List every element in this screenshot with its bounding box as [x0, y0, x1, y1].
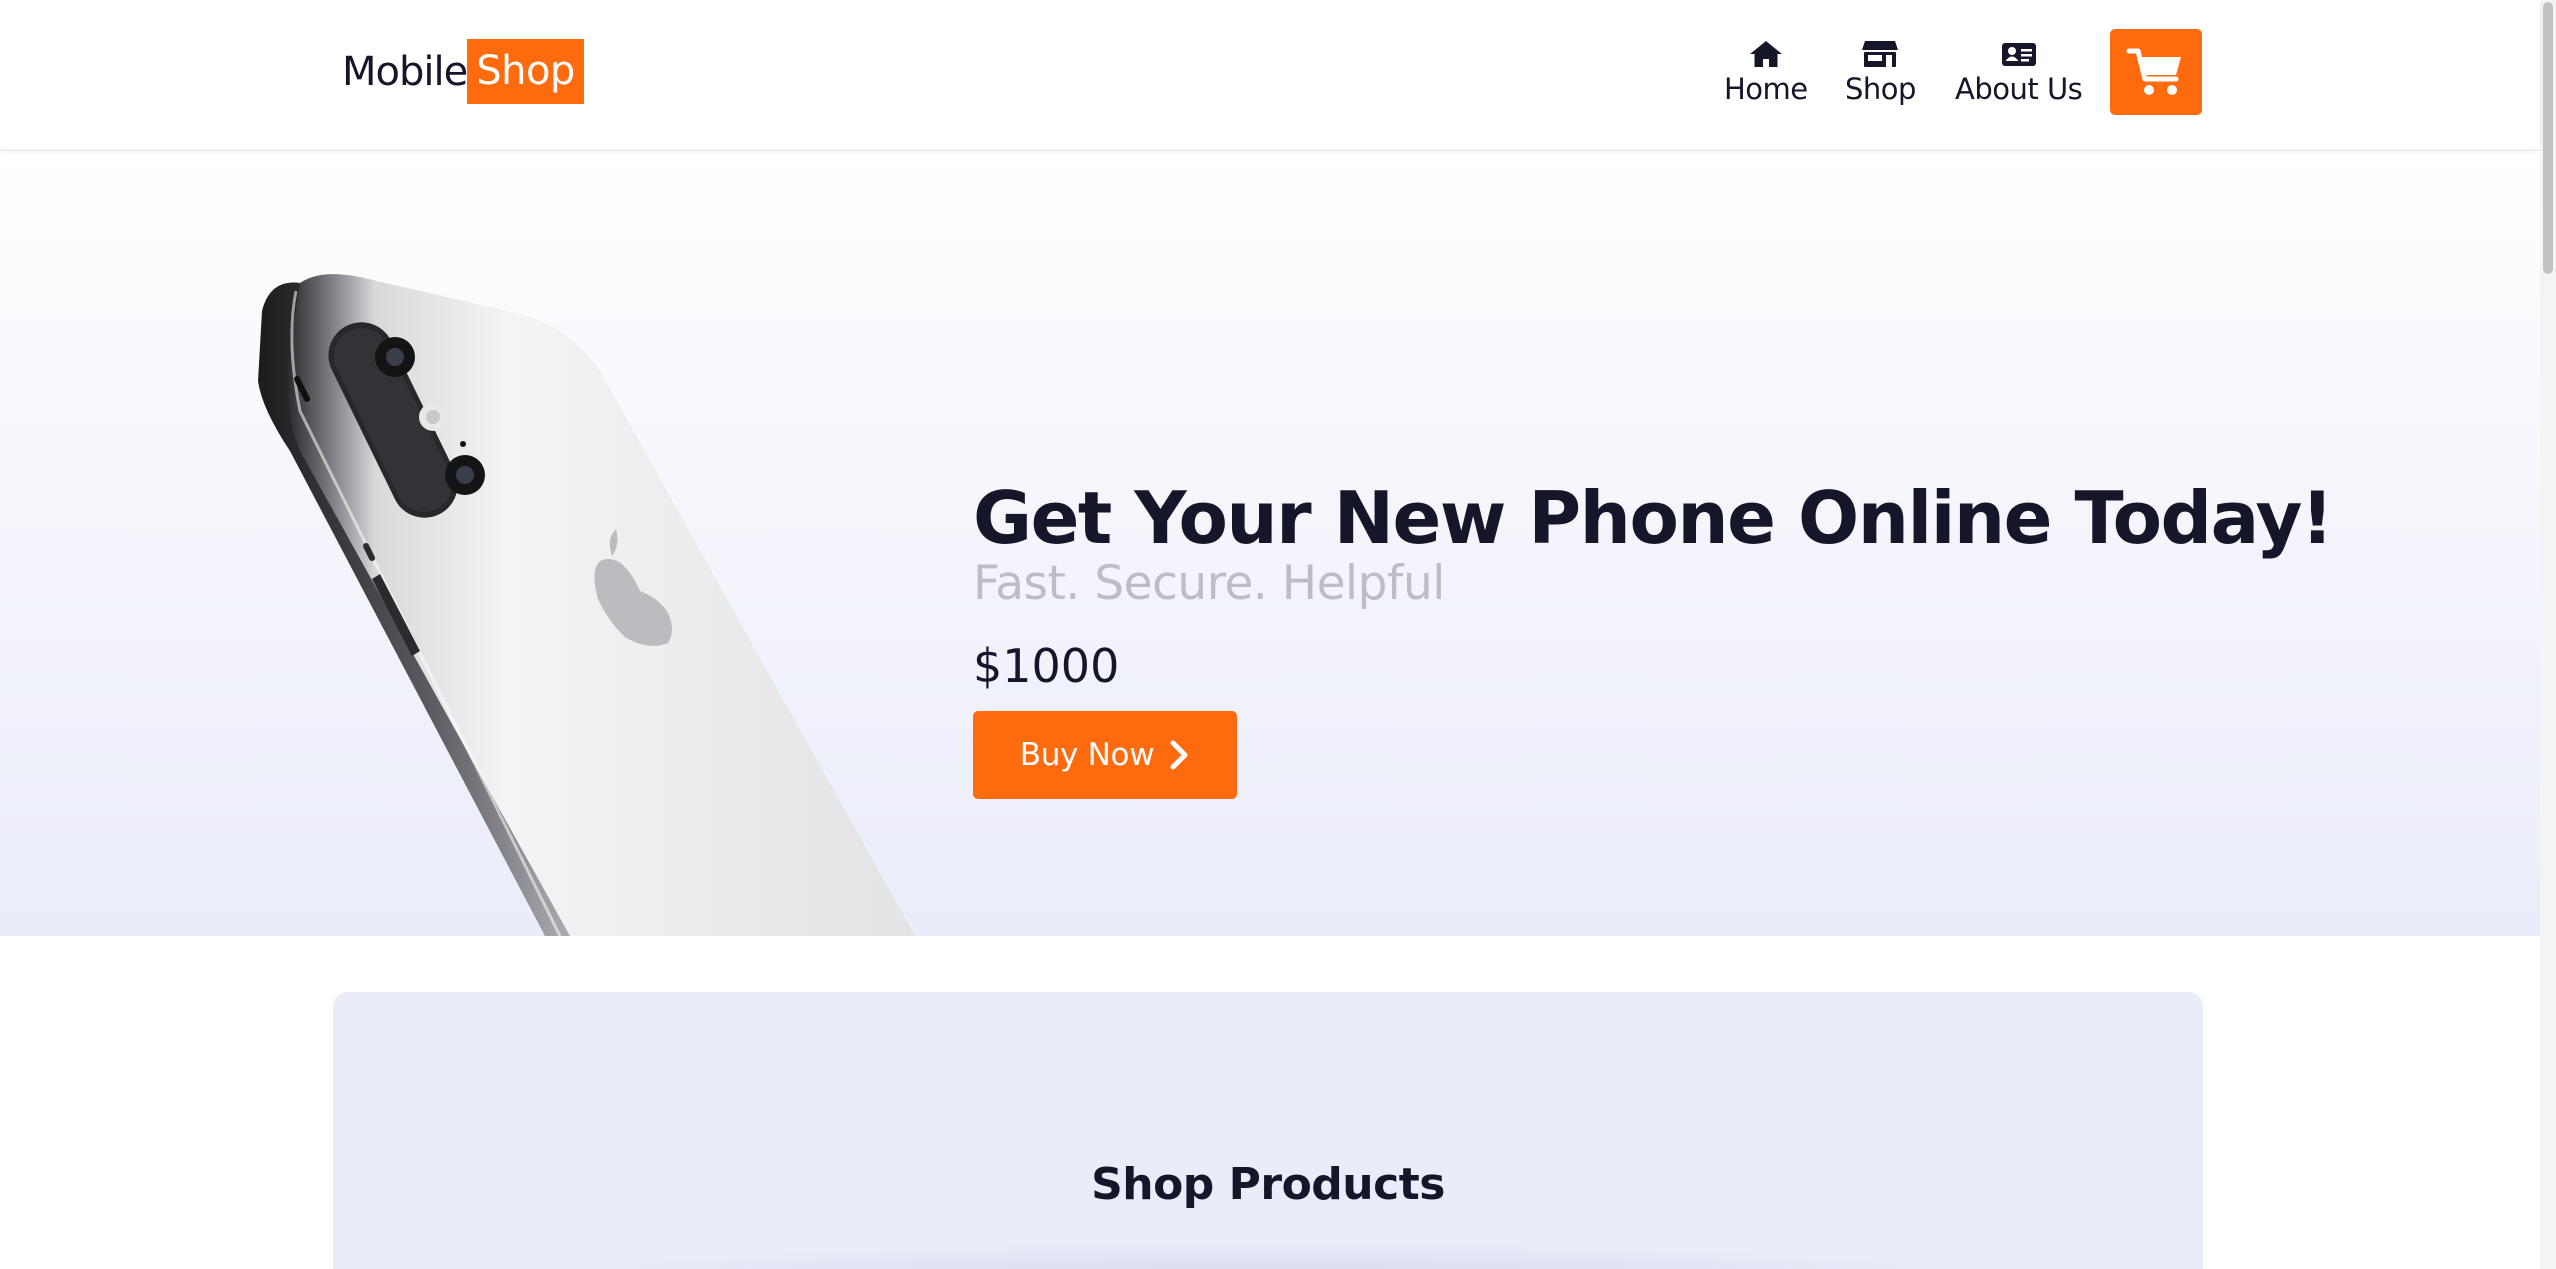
page-scrollbar[interactable]	[2540, 0, 2556, 1269]
hero-title: Get Your New Phone Online Today!	[973, 476, 2334, 560]
site-header: Mobile Shop Home Shop About Us	[0, 0, 2540, 151]
nav-about-us[interactable]: About Us	[1955, 40, 2083, 106]
scrollbar-thumb[interactable]	[2543, 2, 2553, 274]
cart-button[interactable]	[2110, 29, 2202, 115]
shop-products-title: Shop Products	[1091, 1159, 1445, 1210]
home-icon	[1749, 41, 1782, 67]
logo-text-mobile: Mobile	[342, 48, 468, 95]
buy-now-label: Buy Now	[1019, 737, 1155, 773]
shop-products-section: Shop Products	[333, 992, 2203, 1269]
hero-phone-image	[258, 274, 915, 936]
shop-products-shadow	[503, 1242, 2033, 1269]
page: Mobile Shop Home Shop About Us Get Your …	[0, 0, 2556, 1269]
nav-home-label: Home	[1724, 72, 1808, 106]
store-icon	[1862, 41, 1899, 67]
hero-section: Get Your New Phone Online Today! Fast. S…	[0, 151, 2540, 936]
nav-about-us-label: About Us	[1955, 72, 2083, 106]
id-card-icon	[2001, 43, 2036, 66]
logo-text-shop: Shop	[467, 39, 584, 104]
hero-price: $1000	[973, 639, 1120, 693]
hero-subtitle: Fast. Secure. Helpful	[973, 556, 1445, 611]
chevron-right-icon	[1170, 740, 1188, 770]
nav-shop-label: Shop	[1845, 72, 1916, 106]
nav-home[interactable]: Home	[1724, 40, 1808, 106]
nav-shop[interactable]: Shop	[1845, 40, 1916, 106]
site-logo[interactable]: Mobile Shop	[342, 39, 584, 104]
shopping-cart-icon	[2126, 48, 2181, 95]
buy-now-button[interactable]: Buy Now	[973, 711, 1237, 799]
